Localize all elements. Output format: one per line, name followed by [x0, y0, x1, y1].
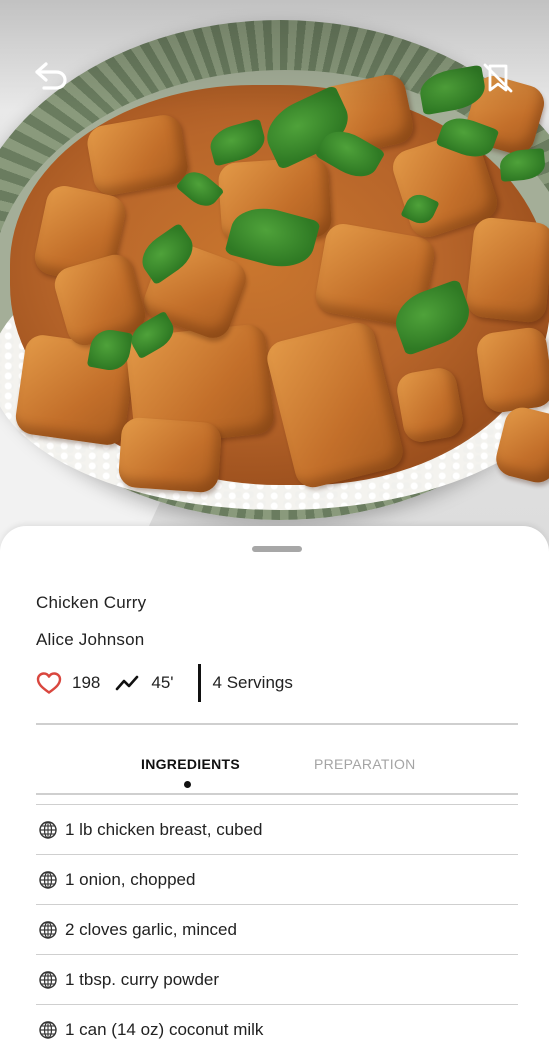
- list-item: 1 onion, chopped: [36, 854, 518, 904]
- back-arrow-icon: [35, 62, 67, 90]
- ingredient-text: 2 cloves garlic, minced: [65, 919, 237, 939]
- drag-handle[interactable]: [252, 546, 302, 552]
- globe-icon: [39, 920, 57, 939]
- list-item: 1 tbsp. curry powder: [36, 954, 518, 1004]
- list-item: 1 can (14 oz) coconut milk: [36, 1004, 518, 1051]
- ingredient-list: 1 lb chicken breast, cubed 1 onion, chop…: [36, 804, 518, 1051]
- globe-icon: [39, 870, 57, 889]
- recipe-detail-screen: Chicken Curry Alice Johnson 198 45' 4 Se…: [0, 0, 549, 1051]
- recipe-stats: 198 45' 4 Servings: [36, 664, 293, 702]
- bookmark-off-icon: [483, 63, 513, 93]
- recipe-hero-image: [0, 0, 549, 560]
- ingredient-text: 1 lb chicken breast, cubed: [65, 819, 263, 839]
- ingredient-text: 1 tbsp. curry powder: [65, 969, 220, 989]
- tab-preparation[interactable]: PREPARATION: [314, 756, 416, 772]
- globe-icon: [39, 970, 57, 989]
- bookmark-button[interactable]: [478, 58, 518, 98]
- globe-icon: [39, 820, 57, 839]
- recipe-author[interactable]: Alice Johnson: [36, 630, 144, 650]
- recipe-title: Chicken Curry: [36, 593, 147, 612]
- ingredient-text: 1 can (14 oz) coconut milk: [65, 1019, 264, 1039]
- recipe-details-sheet: Chicken Curry Alice Johnson 198 45' 4 Se…: [0, 526, 549, 1051]
- active-tab-indicator: [184, 781, 191, 788]
- back-button[interactable]: [31, 56, 71, 96]
- list-item: 1 lb chicken breast, cubed: [36, 804, 518, 854]
- heart-icon: [36, 672, 62, 694]
- cook-time: 45': [151, 673, 174, 692]
- ingredient-text: 1 onion, chopped: [65, 869, 196, 889]
- stats-divider: [197, 664, 201, 702]
- likes-count: 198: [72, 673, 101, 692]
- trending-icon: [116, 675, 139, 691]
- likes-stat[interactable]: 198: [36, 671, 100, 695]
- servings: 4 Servings: [212, 673, 293, 692]
- recipe-tabs: INGREDIENTS PREPARATION: [36, 752, 518, 796]
- time-stat: 45': [115, 673, 174, 693]
- tab-ingredients[interactable]: INGREDIENTS: [141, 756, 240, 772]
- divider: [36, 793, 518, 795]
- divider: [36, 723, 518, 725]
- list-item: 2 cloves garlic, minced: [36, 904, 518, 954]
- globe-icon: [39, 1020, 57, 1039]
